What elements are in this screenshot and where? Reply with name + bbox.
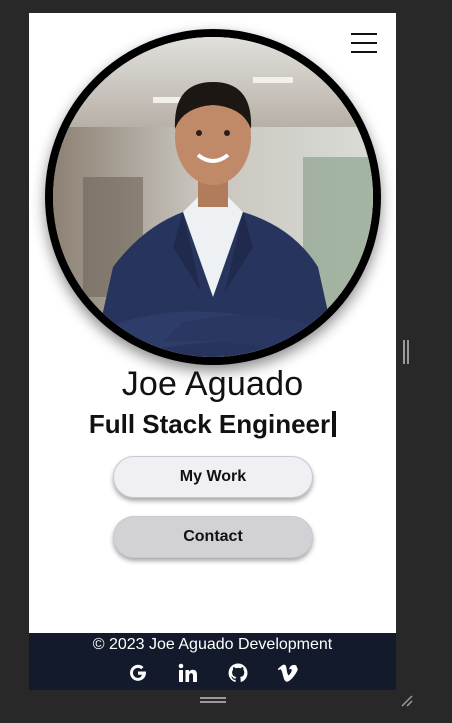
typing-cursor	[332, 411, 337, 437]
role-text: Full Stack Engineer	[88, 409, 331, 439]
profile-name: Joe Aguado	[121, 365, 304, 403]
panel-resize-handle[interactable]	[403, 340, 410, 364]
hamburger-menu-icon[interactable]	[351, 32, 377, 54]
resize-grip-icon[interactable]	[400, 694, 414, 708]
profile-role: Full Stack Engineer	[29, 409, 396, 440]
mobile-viewport: Joe Aguado Full Stack Engineer My Work C…	[29, 13, 396, 690]
footer: © 2023 Joe Aguado Development	[29, 633, 396, 690]
vimeo-icon[interactable]	[277, 662, 299, 684]
contact-button[interactable]: Contact	[113, 516, 313, 558]
copyright-text: © 2023 Joe Aguado Development	[92, 636, 333, 653]
my-work-button[interactable]: My Work	[113, 456, 313, 498]
github-icon[interactable]	[227, 662, 249, 684]
avatar-frame	[45, 29, 381, 365]
profile-photo	[53, 37, 373, 357]
google-icon[interactable]	[127, 662, 149, 684]
bottom-resize-handle[interactable]	[200, 697, 226, 703]
linkedin-icon[interactable]	[177, 662, 199, 684]
